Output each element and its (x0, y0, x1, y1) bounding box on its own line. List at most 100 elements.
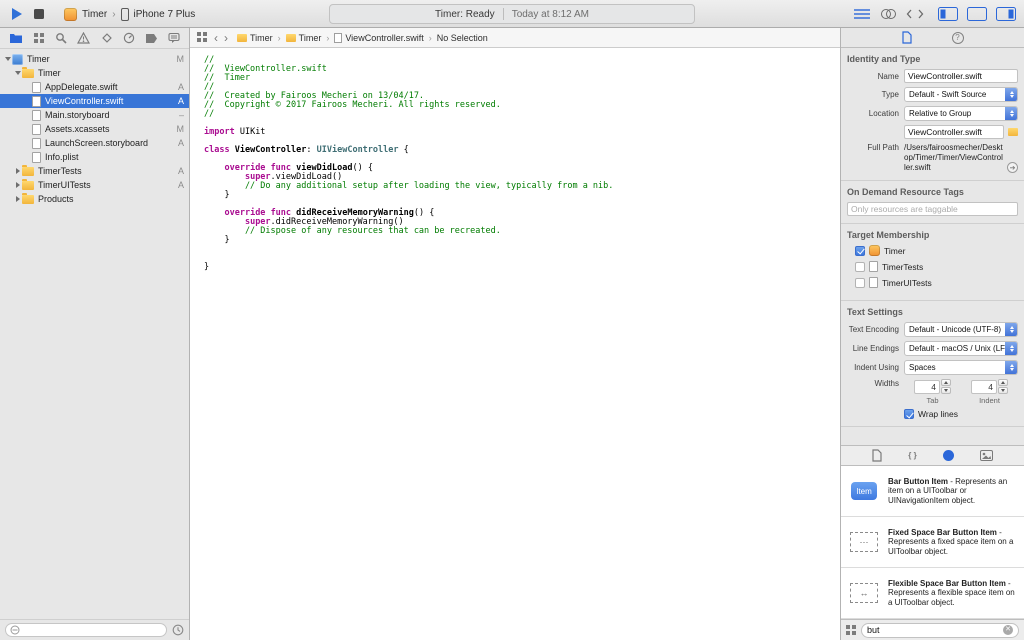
source-control-badge: A (178, 96, 184, 106)
inspector-panel: ? Identity and Type Name ViewController.… (840, 28, 1024, 640)
fullpath-value: /Users/fairoosmecher/Desktop/Timer/Timer… (904, 143, 1004, 173)
file-tree-item[interactable]: TimerTestsA (0, 164, 189, 178)
editor-area: ‹ › Timer›Timer›ViewController.swift›No … (190, 28, 840, 640)
navigator-panel: TimerMTimerAppDelegate.swiftAViewControl… (0, 28, 190, 640)
stop-button[interactable] (34, 9, 44, 19)
disclosure-triangle-icon[interactable] (13, 182, 22, 188)
version-editor-icon[interactable] (906, 8, 924, 20)
breadcrumb: Timer›Timer›ViewController.swift›No Sele… (237, 33, 488, 43)
device-name: iPhone 7 Plus (134, 9, 196, 20)
activity-view: Timer: Ready Today at 8:12 AM (329, 4, 695, 24)
file-tree-item[interactable]: Info.plist (0, 150, 189, 164)
media-library-icon[interactable] (980, 450, 993, 461)
file-tree-item[interactable]: Main.storyboard– (0, 108, 189, 122)
breadcrumb-item[interactable]: ViewController.swift (334, 33, 423, 43)
file-name: Main.storyboard (45, 110, 179, 120)
identity-section: Identity and Type Name ViewController.sw… (841, 48, 1024, 181)
disclosure-triangle-icon[interactable] (13, 196, 22, 202)
encoding-label: Text Encoding (847, 325, 899, 334)
report-navigator-icon[interactable] (168, 32, 180, 44)
file-tree-item[interactable]: ViewController.swiftA (0, 94, 189, 108)
inspector-toggle-icon[interactable] (996, 7, 1016, 21)
target-checkbox[interactable] (855, 262, 865, 272)
name-field[interactable]: ViewController.swift (904, 69, 1018, 83)
quick-help-icon[interactable]: ? (952, 32, 964, 44)
search-navigator-icon[interactable] (55, 32, 67, 44)
breakpoint-navigator-icon[interactable] (145, 33, 158, 44)
tab-width-stepper[interactable]: 4 (914, 379, 951, 394)
file-icon (32, 124, 41, 135)
target-checkbox[interactable] (855, 278, 865, 288)
indent-using-dropdown[interactable]: Spaces (904, 360, 1018, 375)
stepper-arrows-icon[interactable] (998, 379, 1008, 394)
file-tree-item[interactable]: LaunchScreen.storyboardA (0, 136, 189, 150)
odr-tags-input[interactable]: Only resources are taggable (847, 202, 1018, 216)
breadcrumb-item[interactable]: Timer (237, 33, 273, 43)
file-tree-item[interactable]: Assets.xcassetsM (0, 122, 189, 136)
breadcrumb-item[interactable]: No Selection (437, 33, 488, 43)
code-area[interactable]: //// ViewController.swift// Timer//// Cr… (190, 48, 840, 640)
disclosure-triangle-icon[interactable] (13, 71, 22, 75)
clear-search-icon[interactable]: ✕ (1003, 625, 1013, 635)
choose-location-icon[interactable] (1008, 128, 1018, 136)
open-fullpath-icon[interactable]: ➔ (1007, 162, 1018, 173)
line-endings-dropdown[interactable]: Default - macOS / Unix (LF) (904, 341, 1018, 356)
library-search-input[interactable]: but ✕ (861, 623, 1019, 638)
file-tree-item[interactable]: TimerUITestsA (0, 178, 189, 192)
assistant-editor-icon[interactable] (880, 8, 897, 20)
file-template-library-icon[interactable] (872, 449, 882, 462)
test-navigator-icon[interactable] (101, 32, 113, 44)
location-value: Relative to Group (909, 109, 971, 118)
location-file-field[interactable]: ViewController.swift (904, 125, 1004, 139)
grid-view-icon[interactable] (846, 625, 856, 635)
indent-width-stepper[interactable]: 4 (971, 379, 1008, 394)
inspector-tab-bar: ? (841, 28, 1024, 48)
wrap-lines-checkbox[interactable] (904, 409, 914, 419)
breadcrumb-item[interactable]: Timer (286, 33, 322, 43)
code-snippet-library-icon[interactable]: { } (908, 451, 916, 460)
widths-label: Widths (847, 379, 899, 388)
file-inspector-icon[interactable] (902, 31, 912, 44)
location-dropdown[interactable]: Relative to Group (904, 106, 1018, 121)
library-search-value: but (867, 625, 880, 635)
run-button[interactable] (12, 8, 22, 20)
library-tab-bar: { } (841, 445, 1024, 466)
forward-button[interactable]: › (224, 32, 228, 44)
library-item-text: Fixed Space Bar Button Item - Represents… (888, 528, 1018, 557)
filter-icon (10, 625, 20, 635)
type-dropdown[interactable]: Default - Swift Source (904, 87, 1018, 102)
disclosure-triangle-icon[interactable] (13, 168, 22, 174)
section-header: Text Settings (847, 307, 1018, 317)
stepper-arrows-icon[interactable] (941, 379, 951, 394)
standard-editor-icon[interactable] (853, 8, 871, 20)
file-tree-item[interactable]: AppDelegate.swiftA (0, 80, 189, 94)
wrap-lines-label: Wrap lines (918, 409, 958, 419)
target-name: TimerTests (882, 262, 923, 272)
file-tree-item[interactable]: Products (0, 192, 189, 206)
target-membership-row: TimerTests (847, 261, 1018, 272)
back-button[interactable]: ‹ (214, 32, 218, 44)
symbol-navigator-icon[interactable] (33, 32, 45, 44)
related-items-icon[interactable] (197, 32, 208, 43)
target-checkbox[interactable] (855, 246, 865, 256)
text-encoding-dropdown[interactable]: Default - Unicode (UTF-8) (904, 322, 1018, 337)
panel-toggle-segment (938, 7, 1016, 21)
disclosure-triangle-icon[interactable] (3, 57, 12, 61)
library-item[interactable]: ItemBar Button Item - Represents an item… (841, 466, 1024, 517)
file-tree-item[interactable]: TimerM (0, 52, 189, 66)
library-item[interactable]: ⋯Fixed Space Bar Button Item - Represent… (841, 517, 1024, 568)
debug-area-toggle-icon[interactable] (967, 7, 987, 21)
library-item[interactable]: ↔Flexible Space Bar Button Item - Repres… (841, 568, 1024, 619)
file-tree-item[interactable]: Timer (0, 66, 189, 80)
section-header: On Demand Resource Tags (847, 187, 1018, 197)
object-library-icon[interactable] (943, 450, 954, 461)
navigator-filter-input[interactable] (5, 623, 167, 637)
recent-files-icon[interactable] (172, 624, 184, 636)
scheme-selector[interactable]: Timer › iPhone 7 Plus (64, 8, 195, 21)
issue-navigator-icon[interactable] (77, 32, 90, 44)
debug-navigator-icon[interactable] (123, 32, 135, 44)
indent-width-value[interactable]: 4 (971, 380, 997, 394)
navigator-toggle-icon[interactable] (938, 7, 958, 21)
project-navigator-icon[interactable] (9, 32, 23, 44)
tab-width-value[interactable]: 4 (914, 380, 940, 394)
